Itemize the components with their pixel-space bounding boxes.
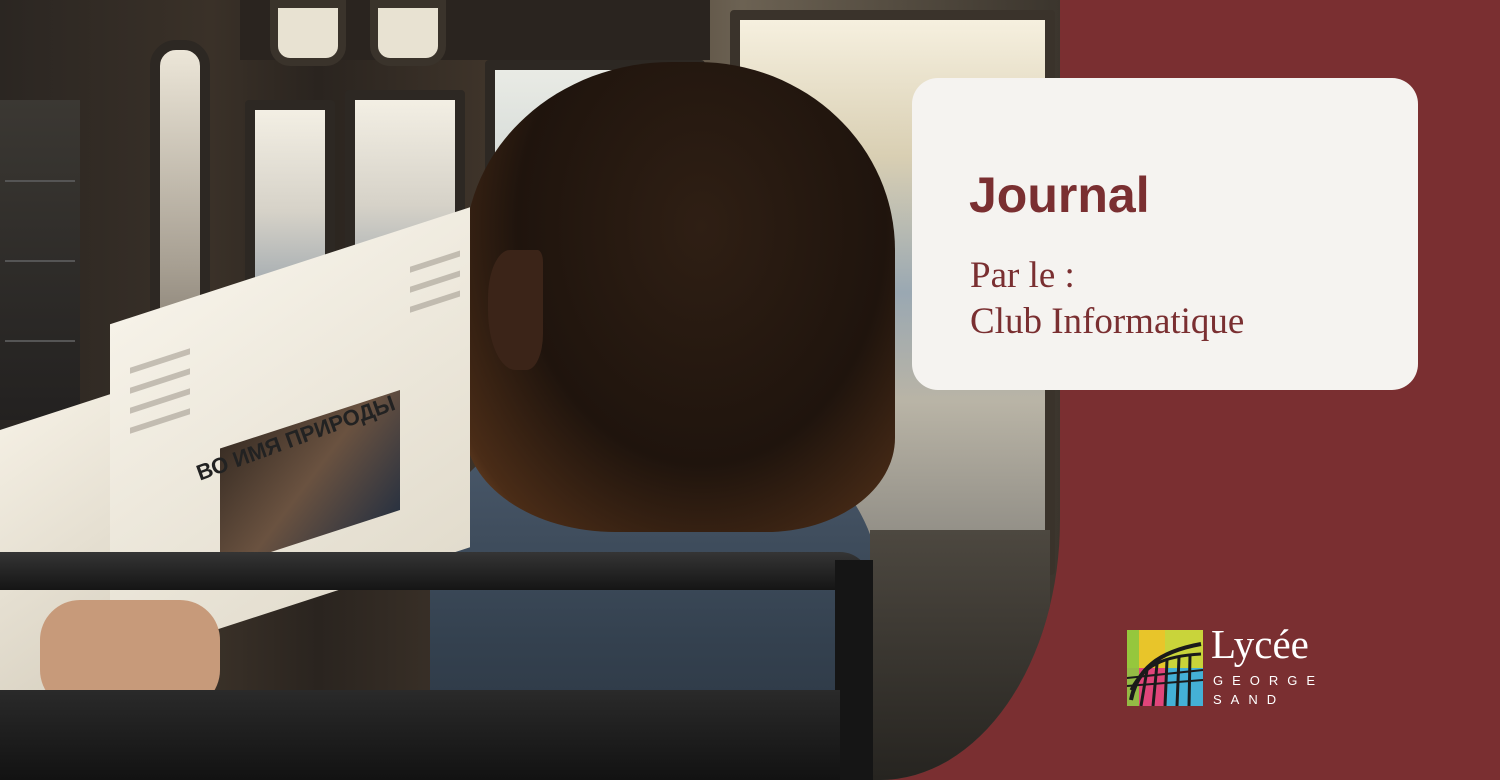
subtitle: Par le : Club Informatique [970,253,1244,345]
seat-rail [0,552,870,590]
logo-wordmark: Lycée [1211,621,1309,667]
window-sill [870,530,1050,780]
face-profile [488,250,543,370]
school-logo: Lycée GEORGE SAND [1127,624,1367,710]
subtitle-line-1: Par le : [970,255,1075,296]
tram-top-window [270,0,346,66]
logo-line-george: GEORGE [1213,673,1325,688]
subtitle-line-2: Club Informatique [970,300,1245,342]
title-card: Journal Par le : Club Informatique [912,78,1418,390]
seat-back [0,690,840,780]
hero-photo: ВО ИМЯ ПРИРОДЫ [0,0,1060,780]
page-title: Journal [969,167,1150,223]
tram-top-window [370,0,446,66]
logo-mark-icon [1127,630,1203,706]
seat-rail-post [835,560,873,780]
logo-line-sand: SAND [1213,692,1286,707]
